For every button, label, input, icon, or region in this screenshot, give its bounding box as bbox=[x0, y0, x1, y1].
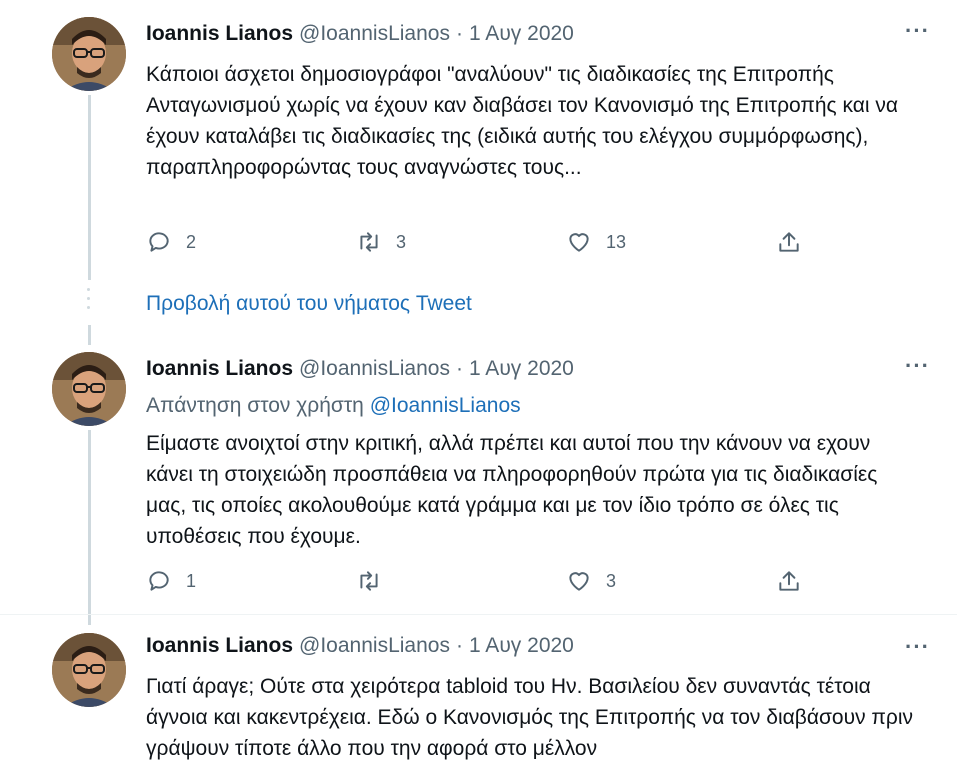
retweet-button[interactable] bbox=[356, 568, 396, 594]
author-handle[interactable]: @IoannisLianos bbox=[299, 634, 450, 658]
retweet-icon bbox=[360, 571, 378, 591]
like-count: 13 bbox=[606, 231, 627, 252]
like-icon bbox=[569, 233, 589, 252]
reply-context: Απάντηση στον χρήστη @IoannisLianos bbox=[146, 394, 521, 418]
author-handle[interactable]: @IoannisLianos bbox=[299, 357, 450, 381]
thread-line bbox=[88, 325, 91, 345]
retweet-count: 3 bbox=[396, 231, 407, 252]
share-button[interactable] bbox=[776, 229, 802, 255]
separator-dot: · bbox=[455, 22, 463, 45]
share-icon bbox=[779, 232, 799, 252]
avatar-image bbox=[52, 352, 126, 426]
reply-prefix: Απάντηση στον χρήστη bbox=[146, 394, 364, 417]
tweet-header: Ioannis Lianos @IoannisLianos · 1 Αυγ 20… bbox=[146, 354, 574, 384]
share-button[interactable] bbox=[776, 568, 802, 594]
reply-button[interactable]: 2 bbox=[146, 229, 196, 255]
tweet-date[interactable]: 1 Αυγ 2020 bbox=[469, 22, 574, 46]
reply-count: 2 bbox=[186, 231, 197, 252]
avatar-image bbox=[52, 17, 126, 91]
more-icon[interactable]: ··· bbox=[905, 636, 930, 658]
tweet-text: Κάποιοι άσχετοι δημοσιογράφοι "αναλύουν"… bbox=[146, 63, 899, 179]
reply-mention-link[interactable]: @IoannisLianos bbox=[370, 394, 521, 417]
tweet-date[interactable]: 1 Αυγ 2020 bbox=[469, 634, 574, 658]
share-icon bbox=[779, 571, 799, 591]
tweet-header: Ioannis Lianos @IoannisLianos · 1 Αυγ 20… bbox=[146, 19, 574, 49]
more-icon[interactable]: ··· bbox=[905, 355, 930, 377]
thread-line bbox=[88, 95, 91, 280]
avatar[interactable] bbox=[52, 633, 126, 707]
like-button[interactable]: 13 bbox=[566, 229, 626, 255]
author-handle[interactable]: @IoannisLianos bbox=[299, 22, 450, 46]
author-name[interactable]: Ioannis Lianos bbox=[146, 357, 293, 381]
like-count: 3 bbox=[606, 570, 617, 591]
reply-button[interactable]: 1 bbox=[146, 568, 196, 594]
avatar-image bbox=[52, 633, 126, 707]
thread-gap-dots bbox=[87, 288, 91, 318]
thread-line bbox=[88, 430, 91, 625]
avatar[interactable] bbox=[52, 352, 126, 426]
avatar[interactable] bbox=[52, 17, 126, 91]
tweet-actions: 1 3 bbox=[146, 568, 846, 598]
show-thread-link[interactable]: Προβολή αυτού του νήματος Tweet bbox=[146, 292, 472, 316]
reply-count: 1 bbox=[186, 570, 197, 591]
reply-icon bbox=[149, 571, 169, 591]
tweet-text: Είμαστε ανοιχτοί στην κριτική, αλλά πρέπ… bbox=[146, 432, 878, 548]
reply-icon bbox=[149, 232, 169, 252]
author-name[interactable]: Ioannis Lianos bbox=[146, 634, 293, 658]
retweet-button[interactable]: 3 bbox=[356, 229, 406, 255]
tweet-actions: 2 3 13 bbox=[146, 229, 846, 259]
separator-dot: · bbox=[455, 634, 463, 657]
like-button[interactable]: 3 bbox=[566, 568, 616, 594]
tweet-header: Ioannis Lianos @IoannisLianos · 1 Αυγ 20… bbox=[146, 631, 574, 661]
tweet-date[interactable]: 1 Αυγ 2020 bbox=[469, 357, 574, 381]
more-icon[interactable]: ··· bbox=[905, 20, 930, 42]
separator-dot: · bbox=[455, 357, 463, 380]
like-icon bbox=[569, 572, 589, 591]
retweet-icon bbox=[360, 232, 378, 252]
tweet-divider bbox=[0, 614, 957, 615]
author-name[interactable]: Ioannis Lianos bbox=[146, 22, 293, 46]
tweet-text: Γιατί άραγε; Ούτε στα χειρότερα tabloid … bbox=[146, 675, 914, 760]
